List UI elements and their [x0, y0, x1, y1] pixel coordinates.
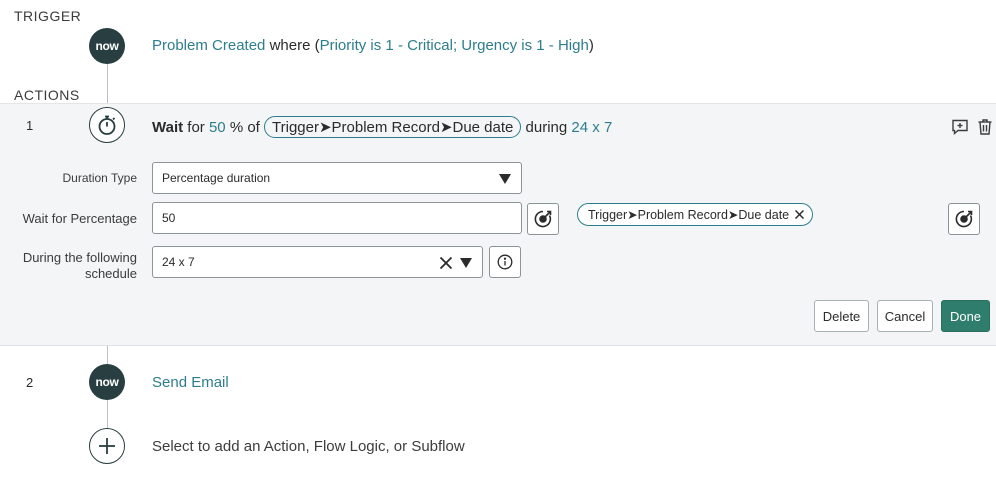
- due-date-data-pill[interactable]: Trigger➤Problem Record➤Due date: [264, 116, 522, 138]
- data-pill-picker-button-right[interactable]: [948, 203, 980, 235]
- selected-data-pill[interactable]: Trigger➤Problem Record➤Due date: [577, 203, 814, 226]
- data-pill-picker-button[interactable]: [527, 203, 559, 235]
- wait-percentage-input[interactable]: 50: [152, 202, 522, 234]
- now-logo-icon: now: [89, 364, 125, 400]
- selected-data-pill-text: Trigger➤Problem Record➤Due date: [588, 208, 790, 222]
- during-text: during: [525, 119, 568, 136]
- now-logo-icon: now: [89, 28, 125, 64]
- trigger-condition[interactable]: Priority is 1 - Critical; Urgency is 1 -…: [320, 37, 589, 54]
- add-step-prompt[interactable]: Select to add an Action, Flow Logic, or …: [152, 438, 465, 455]
- wait-percentage-value: 50: [162, 211, 176, 225]
- cancel-button[interactable]: Cancel: [877, 300, 933, 332]
- trigger-summary[interactable]: Problem Created where (Priority is 1 - C…: [152, 37, 594, 54]
- duration-type-select[interactable]: Percentage duration: [152, 162, 522, 194]
- schedule-info-button[interactable]: [489, 246, 521, 278]
- data-pill-picker-icon: [955, 210, 973, 228]
- schedule-select[interactable]: 24 x 7: [152, 246, 483, 278]
- schedule-value: 24 x 7: [571, 119, 613, 136]
- trigger-section-label: TRIGGER: [14, 8, 82, 24]
- trigger-where-text: where (: [269, 37, 320, 54]
- schedule-label-line1: During the following: [22, 250, 137, 265]
- add-step-button[interactable]: [89, 428, 125, 464]
- info-icon: [497, 254, 513, 270]
- schedule-label-line2: schedule: [84, 266, 137, 281]
- wait-keyword: Wait: [152, 119, 184, 136]
- duration-type-label: Duration Type: [62, 171, 138, 185]
- close-icon[interactable]: [795, 210, 805, 219]
- chevron-down-icon[interactable]: [499, 174, 511, 184]
- stopwatch-icon: [89, 107, 125, 143]
- percent-of-text: % of: [229, 119, 260, 136]
- plus-icon: [99, 438, 115, 454]
- step-2-title[interactable]: Send Email: [152, 374, 229, 391]
- percent-value: 50: [208, 119, 226, 136]
- chevron-down-icon[interactable]: [460, 258, 472, 268]
- trigger-title[interactable]: Problem Created: [152, 37, 265, 54]
- done-button[interactable]: Done: [941, 300, 990, 332]
- data-pill-picker-icon: [534, 210, 552, 228]
- clear-icon[interactable]: [440, 257, 452, 269]
- schedule-label: During the following schedule: [10, 250, 137, 282]
- actions-section-label: ACTIONS: [14, 87, 80, 103]
- trash-icon[interactable]: [977, 118, 993, 136]
- comment-add-icon[interactable]: [951, 118, 969, 136]
- step-1-summary[interactable]: Wait for 50 % of Trigger➤Problem Record➤…: [152, 116, 612, 138]
- delete-button[interactable]: Delete: [814, 300, 869, 332]
- step-1-number: 1: [26, 118, 34, 133]
- trigger-close-paren: ): [588, 37, 594, 54]
- step-2-number: 2: [26, 375, 34, 390]
- duration-type-value: Percentage duration: [162, 171, 271, 185]
- schedule-field-value: 24 x 7: [162, 255, 195, 269]
- for-text: for: [187, 119, 205, 136]
- wait-percentage-label: Wait for Percentage: [22, 211, 137, 226]
